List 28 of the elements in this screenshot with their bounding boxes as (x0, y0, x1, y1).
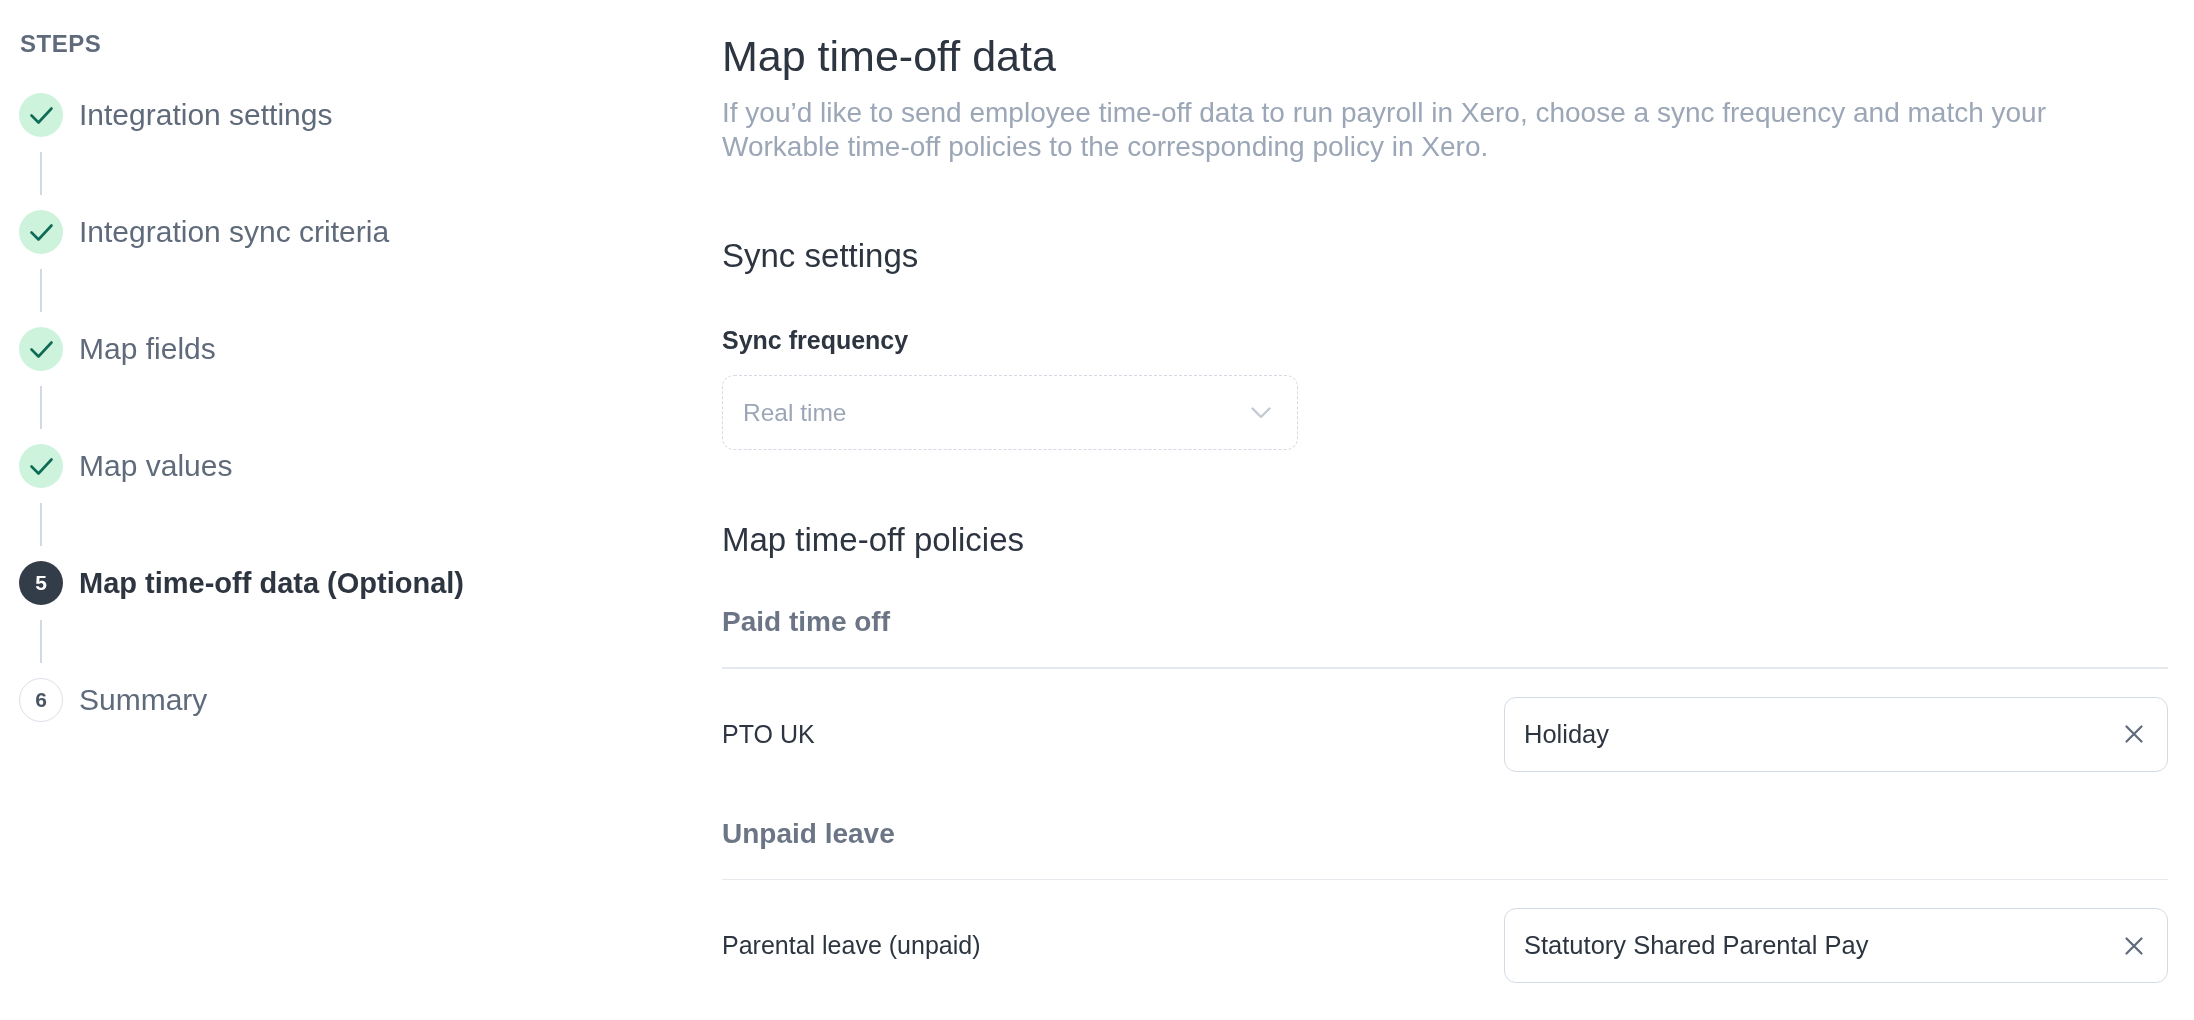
step-connector (40, 152, 42, 195)
step-label[interactable]: Integration sync criteria (79, 214, 390, 250)
step-label[interactable]: Map values (79, 448, 233, 484)
policy-select[interactable]: Holiday (1504, 696, 2168, 772)
step-connector (40, 503, 42, 546)
policy-select[interactable]: Statutory Shared Parental Pay (1504, 908, 2168, 983)
group-heading: Unpaid leave (722, 816, 895, 851)
policy-name: Parental leave (unpaid) (722, 931, 981, 960)
page-description: If you’d like to send employee time-off data to run payroll in Xero, choose a sync frequency and match your Workable time-off policies to the corresponding policy in Xero. (722, 96, 2047, 164)
step-connector (40, 269, 42, 312)
step-label[interactable]: Summary (79, 682, 208, 718)
close-icon[interactable] (2125, 725, 2143, 743)
step-connector (40, 386, 42, 429)
step-number: 6 (19, 678, 63, 722)
step-label[interactable]: Integration settings (79, 97, 333, 133)
page-title: Map time-off data (722, 31, 1056, 81)
step-connector (40, 620, 42, 663)
field-label: Sync frequency (722, 325, 909, 356)
policy-name: PTO UK (722, 719, 815, 749)
step-label[interactable]: Map fields (79, 331, 216, 367)
section-heading: Sync settings (722, 236, 919, 276)
step-label[interactable]: Map time-off data (Optional) (79, 565, 465, 601)
chevron-down-icon (1251, 406, 1271, 419)
section-heading: Map time-off policies (722, 520, 1024, 560)
close-icon[interactable] (2125, 936, 2143, 955)
step-number: 5 (19, 561, 63, 605)
steps-heading: STEPS (20, 29, 102, 59)
group-heading: Paid time off (722, 605, 890, 639)
